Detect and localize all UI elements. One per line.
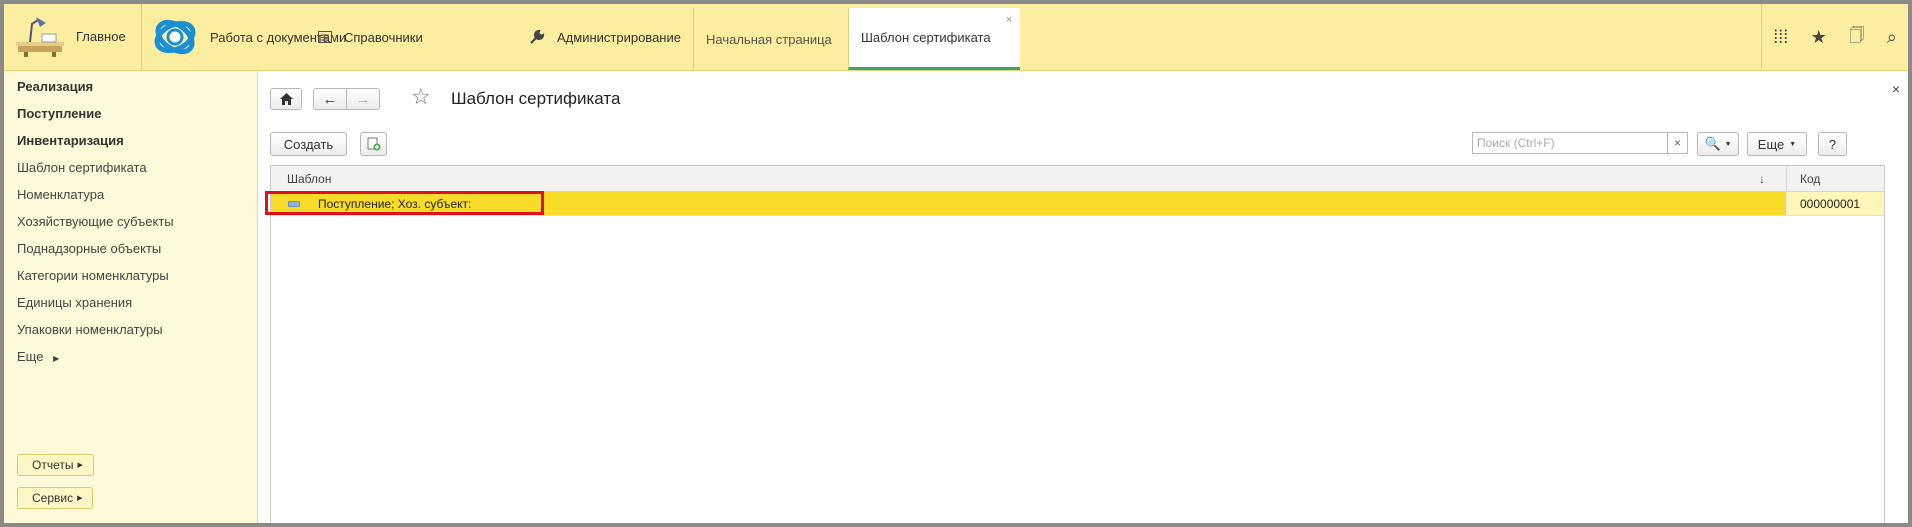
search-placeholder: Поиск (Ctrl+F) xyxy=(1477,136,1555,150)
help-label: ? xyxy=(1828,136,1837,152)
column-code[interactable]: Код xyxy=(1800,166,1820,191)
tab-certificate-template-label: Шаблон сертификата xyxy=(861,30,991,45)
section-administration-label: Администрирование xyxy=(557,29,681,45)
reports-label: Отчеты xyxy=(32,458,74,472)
favorite-star-icon[interactable]: ☆ xyxy=(411,84,431,110)
nav-nomenclature[interactable]: Номенклатура xyxy=(17,187,104,202)
add-copy-icon xyxy=(367,137,380,151)
house-icon xyxy=(279,93,293,105)
nav-more[interactable]: Еще ▶ xyxy=(17,349,59,364)
nav-business-entities[interactable]: Хозяйствующие субъекты xyxy=(17,214,174,229)
tab-start-page[interactable]: Начальная страница xyxy=(693,8,848,70)
page-title: Шаблон сертификата xyxy=(451,89,621,108)
history-icon[interactable]: 🗍 xyxy=(1849,25,1864,50)
close-icon[interactable]: × xyxy=(1892,81,1900,97)
code-cell: 000000001 xyxy=(1800,196,1861,211)
dropdown-icon: ▼ xyxy=(1789,140,1797,148)
form-area: ← → ☆ Шаблон сертификата × Создать Поиск… xyxy=(258,71,1908,523)
tab-close-icon[interactable]: × xyxy=(1006,14,1012,26)
triangle-right-icon: ▶ xyxy=(77,495,83,502)
search-options-button[interactable]: 🔍 ▼ xyxy=(1697,132,1739,156)
magnifier-icon: 🔍 xyxy=(1704,136,1721,151)
nav-supervised-objects[interactable]: Поднадзорные объекты xyxy=(17,241,161,256)
docs-logo-icon xyxy=(154,19,196,55)
wrench-icon xyxy=(530,29,545,44)
app-window: Главное Работа с документами Справочники… xyxy=(4,4,1908,523)
section-panel: Работа с документами Справочники Админис… xyxy=(141,4,693,70)
table-header: Шаблон ↓ Код xyxy=(271,166,1884,192)
arrow-left-icon: ← xyxy=(322,90,338,108)
left-nav-panel: Реализация Поступление Инвентаризация Ша… xyxy=(4,71,258,523)
search-icon[interactable]: ⌕ xyxy=(1887,27,1897,48)
dropdown-icon: ▼ xyxy=(1724,140,1732,148)
section-references[interactable]: Справочники xyxy=(318,4,423,70)
copy-button[interactable] xyxy=(360,132,387,156)
create-button[interactable]: Создать xyxy=(270,132,347,156)
service-label: Сервис xyxy=(32,491,74,505)
nav-sales[interactable]: Реализация xyxy=(17,79,93,94)
list-icon xyxy=(318,31,332,43)
create-label: Создать xyxy=(283,136,334,152)
more-label: Еще xyxy=(1757,136,1785,152)
help-button[interactable]: ? xyxy=(1818,132,1847,156)
nav-nomenclature-categories[interactable]: Категории номенклатуры xyxy=(17,268,169,283)
arrow-right-icon: → xyxy=(355,90,371,108)
templates-table: Шаблон ↓ Код Поступление; Хоз. субъект: … xyxy=(265,165,1885,523)
column-template[interactable]: Шаблон xyxy=(287,166,331,191)
nav-inventory[interactable]: Инвентаризация xyxy=(17,133,124,148)
home-section-button[interactable]: Главное xyxy=(4,4,142,70)
sort-arrow-icon[interactable]: ↓ xyxy=(1759,166,1765,191)
search-input[interactable]: Поиск (Ctrl+F) xyxy=(1472,132,1668,154)
tab-start-page-label: Начальная страница xyxy=(706,31,832,47)
home-desk-icon xyxy=(16,17,64,57)
nav-certificate-template[interactable]: Шаблон сертификата xyxy=(17,160,147,175)
top-bar: Главное Работа с документами Справочники… xyxy=(4,4,1908,71)
highlight-box xyxy=(265,191,544,215)
section-administration[interactable]: Администрирование xyxy=(529,4,681,70)
triangle-right-icon: ▶ xyxy=(53,354,60,363)
apps-grid-icon[interactable]: ⁞⁞⁞ xyxy=(1773,27,1788,48)
nav-receipts[interactable]: Поступление xyxy=(17,106,102,121)
nav-storage-units[interactable]: Единицы хранения xyxy=(17,295,132,310)
forward-button[interactable]: → xyxy=(346,88,380,110)
triangle-right-icon: ▶ xyxy=(77,462,83,469)
nav-nomenclature-packages[interactable]: Упаковки номенклатуры xyxy=(17,322,163,337)
home-button[interactable] xyxy=(270,88,302,110)
search-clear-button[interactable]: × xyxy=(1668,132,1688,154)
back-button[interactable]: ← xyxy=(313,88,347,110)
service-button[interactable]: Сервис ▶ xyxy=(17,487,94,509)
tab-certificate-template[interactable]: Шаблон сертификата × xyxy=(848,8,1020,70)
reports-button[interactable]: Отчеты ▶ xyxy=(17,454,94,476)
section-references-label: Справочники xyxy=(344,29,423,45)
star-icon[interactable]: ★ xyxy=(1811,27,1827,48)
home-label: Главное xyxy=(76,29,126,44)
more-button[interactable]: Еще ▼ xyxy=(1747,132,1807,156)
nav-more-label: Еще xyxy=(17,349,44,364)
topbar-tools: ⁞⁞⁞ ★ 🗍 ⌕ xyxy=(1761,4,1908,70)
column-divider xyxy=(1786,166,1787,191)
